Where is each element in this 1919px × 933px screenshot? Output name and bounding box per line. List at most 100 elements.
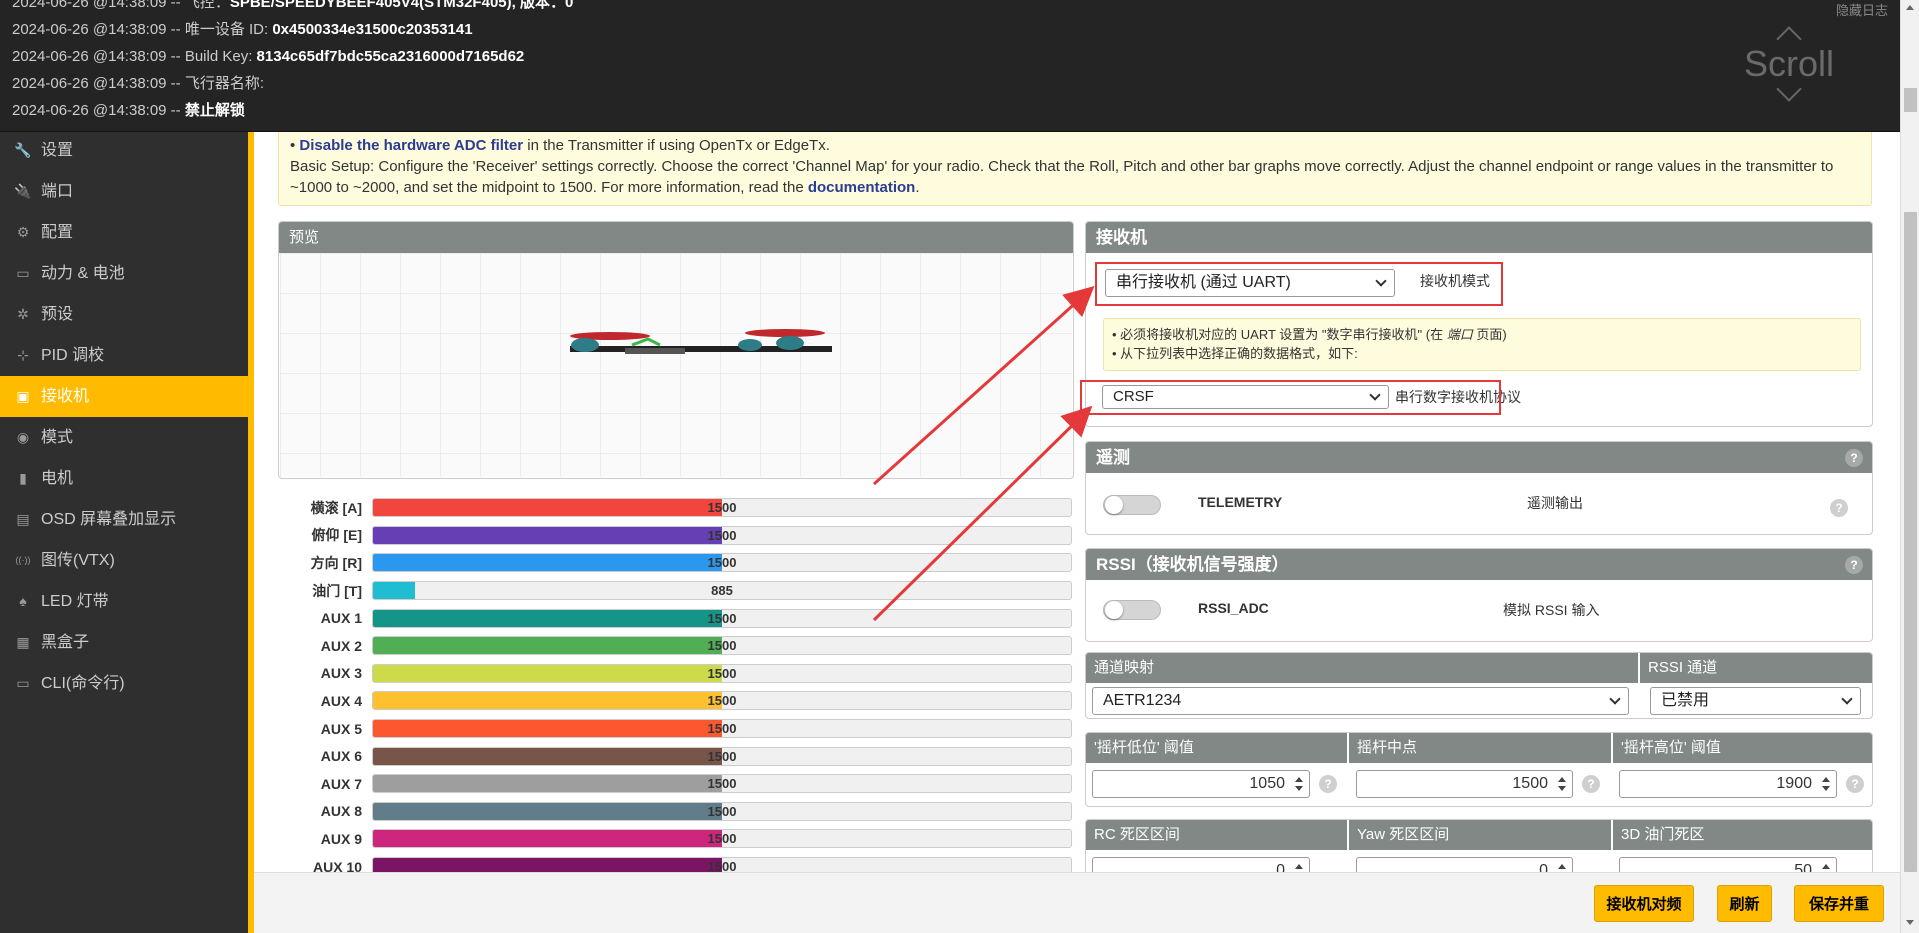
sidebar-item-6[interactable]: ▣ 接收机 <box>0 376 254 417</box>
sidebar-item-label: 配置 <box>41 224 74 241</box>
channel-row: AUX 6 1500 <box>278 742 1078 770</box>
rc-deadband-title: RC 死区区间 <box>1086 820 1347 850</box>
sidebar-item-label: 模式 <box>41 429 74 446</box>
hide-log-button[interactable]: 隐藏日志 <box>1836 0 1888 19</box>
log-scroll-label: Scroll <box>1743 43 1835 84</box>
help-icon[interactable]: ? <box>1845 556 1863 574</box>
chevron-down-icon <box>1841 693 1853 705</box>
yaw-deadband-input[interactable]: 0 <box>1356 857 1573 872</box>
sidebar-item-3[interactable]: ▭ 动力 & 电池 <box>0 253 254 294</box>
led-icon: ♠ <box>19 593 27 609</box>
spinner-icon[interactable] <box>1558 775 1568 793</box>
refresh-button[interactable]: 刷新 <box>1717 885 1772 922</box>
channel-row: AUX 7 1500 <box>278 770 1078 798</box>
battery-icon: ▭ <box>16 265 30 281</box>
sidebar-item-7[interactable]: ◉ 模式 <box>0 417 254 458</box>
channel-row: AUX 1 1500 <box>278 604 1078 632</box>
receiver-title: 接收机 <box>1086 222 1872 253</box>
channel-map-input[interactable]: AETR1234 <box>1092 687 1629 715</box>
sidebar-item-9[interactable]: ▤ OSD 屏幕叠加显示 <box>0 499 254 540</box>
channel-name: 油门 [T] <box>312 582 362 599</box>
channel-value: 1500 <box>707 555 737 571</box>
bind-receiver-button[interactable]: 接收机对频 <box>1594 885 1694 922</box>
log-line: 2024-06-26 @14:38:09 -- 禁止解锁 <box>12 97 573 124</box>
chevron-down-icon <box>1609 693 1621 705</box>
gear-icon: ⚙ <box>16 224 30 240</box>
spinner-icon[interactable] <box>1558 862 1568 872</box>
channel-value: 885 <box>711 583 733 599</box>
telemetry-toggle[interactable] <box>1103 495 1161 515</box>
sidebar: 🔧 设置 🔌 端口 ⚙ 配置 ▭ 动力 & 电池 ✲ 预设 ⊹ PID 调校 ▣ 接收机 ◉ 模式 ▮ 电机 ▤ OS… <box>0 0 254 933</box>
sidebar-item-13[interactable]: ▭ CLI(命令行) <box>0 663 254 704</box>
preview-title: 预览 <box>279 222 1073 253</box>
channel-name: AUX 7 <box>320 775 362 792</box>
channel-bars: 横滚 [A] 1500 俯仰 [E] 1500 方向 [R] 1500 油门 [T] 885 A… <box>278 494 1078 872</box>
log-prefix: 2024-06-26 @14:38:09 -- 飞控： <box>12 0 230 11</box>
sidebar-item-2[interactable]: ⚙ 配置 <box>0 212 254 253</box>
channel-value: 1500 <box>707 859 737 872</box>
log-scroll-indicator[interactable]: Scroll <box>1730 26 1848 102</box>
channel-name: AUX 4 <box>320 692 362 709</box>
sidebar-item-label: 图传(VTX) <box>41 552 115 569</box>
log-scroll-thumb[interactable] <box>1904 88 1917 112</box>
documentation-link[interactable]: documentation <box>808 179 916 196</box>
throttle-deadband-input[interactable]: 50 <box>1619 857 1837 872</box>
sidebar-item-1[interactable]: 🔌 端口 <box>0 171 254 212</box>
spinner-icon[interactable] <box>1822 862 1832 872</box>
channel-value: 1500 <box>707 693 737 709</box>
channel-value: 1500 <box>707 748 737 764</box>
sidebar-item-10[interactable]: ((·)) 图传(VTX) <box>0 540 254 581</box>
scroll-thumb[interactable] <box>1904 212 1917 872</box>
sidebar-item-0[interactable]: 🔧 设置 <box>0 130 254 171</box>
channel-name: 横滚 [A] <box>310 499 362 516</box>
help-icon[interactable]: ? <box>1845 449 1863 467</box>
stick-center-title: 摇杆中点 <box>1349 733 1611 763</box>
help-icon[interactable]: ? <box>1830 499 1848 517</box>
help-icon[interactable]: ? <box>1319 775 1337 793</box>
save-reboot-button[interactable]: 保存并重启 <box>1794 885 1884 922</box>
sidebar-item-11[interactable]: ♠ LED 灯带 <box>0 581 254 622</box>
sidebar-item-label: LED 灯带 <box>41 593 109 610</box>
sidebar-item-12[interactable]: ▦ 黑盒子 <box>0 622 254 663</box>
spinner-icon[interactable] <box>1822 775 1832 793</box>
help-icon[interactable]: ? <box>1582 775 1600 793</box>
channel-map-title: 通道映射 <box>1086 653 1638 683</box>
telemetry-desc: 遥测输出 <box>1527 495 1583 511</box>
channel-meter: 1500 <box>372 857 1072 872</box>
spinner-icon[interactable] <box>1295 862 1305 872</box>
channel-map-value: AETR1234 <box>1103 692 1182 709</box>
spinner-icon[interactable] <box>1295 775 1305 793</box>
stick-center-input[interactable]: 1500 <box>1356 770 1573 798</box>
stick-low-input[interactable]: 1050 <box>1092 770 1310 798</box>
scrollbar[interactable] <box>1900 0 1919 933</box>
note-line-2: • 从下拉列表中选择正确的数据格式，如下: <box>1112 346 1358 361</box>
channel-name: AUX 6 <box>320 748 362 765</box>
sidebar-item-4[interactable]: ✲ 预设 <box>0 294 254 335</box>
channel-name: 方向 [R] <box>310 554 362 571</box>
sidebar-item-label: 电机 <box>41 470 74 487</box>
receiver-uart-note: • 必须将接收机对应的 UART 设置为 "数字串行接收机" (在 端口 页面)… <box>1103 318 1861 371</box>
prop-front-right <box>745 329 825 337</box>
channel-value: 1500 <box>707 721 737 737</box>
channel-row: AUX 2 1500 <box>278 632 1078 660</box>
stick-thresholds-panel: '摇杆低位' 阈值 摇杆中点 '摇杆高位' 阈值 1050 ? 1500 ? 1… <box>1085 732 1873 807</box>
rssi-channel-select[interactable]: 已禁用 <box>1650 687 1861 715</box>
scroll-down-icon[interactable] <box>1906 920 1914 925</box>
adc-filter-link[interactable]: Disable the hardware ADC filter <box>299 137 523 154</box>
channel-meter: 1500 <box>372 774 1072 794</box>
rc-deadband-input[interactable]: 0 <box>1092 857 1310 872</box>
channel-row: AUX 8 1500 <box>278 798 1078 826</box>
help-icon[interactable]: ? <box>1846 775 1864 793</box>
rssi-channel-value: 已禁用 <box>1661 692 1710 709</box>
log-prefix: 2024-06-26 @14:38:09 -- <box>12 102 185 119</box>
sidebar-item-8[interactable]: ▮ 电机 <box>0 458 254 499</box>
quad-body <box>625 348 685 354</box>
annotation-box-serial-protocol <box>1080 380 1501 415</box>
stick-high-input[interactable]: 1900 <box>1619 770 1837 798</box>
sidebar-item-5[interactable]: ⊹ PID 调校 <box>0 335 254 376</box>
channel-value: 1500 <box>707 527 737 543</box>
channel-name: AUX 5 <box>320 720 362 737</box>
channel-name: AUX 8 <box>320 803 362 820</box>
scroll-up-icon[interactable] <box>1906 5 1914 10</box>
rssi-adc-toggle[interactable] <box>1103 600 1161 620</box>
